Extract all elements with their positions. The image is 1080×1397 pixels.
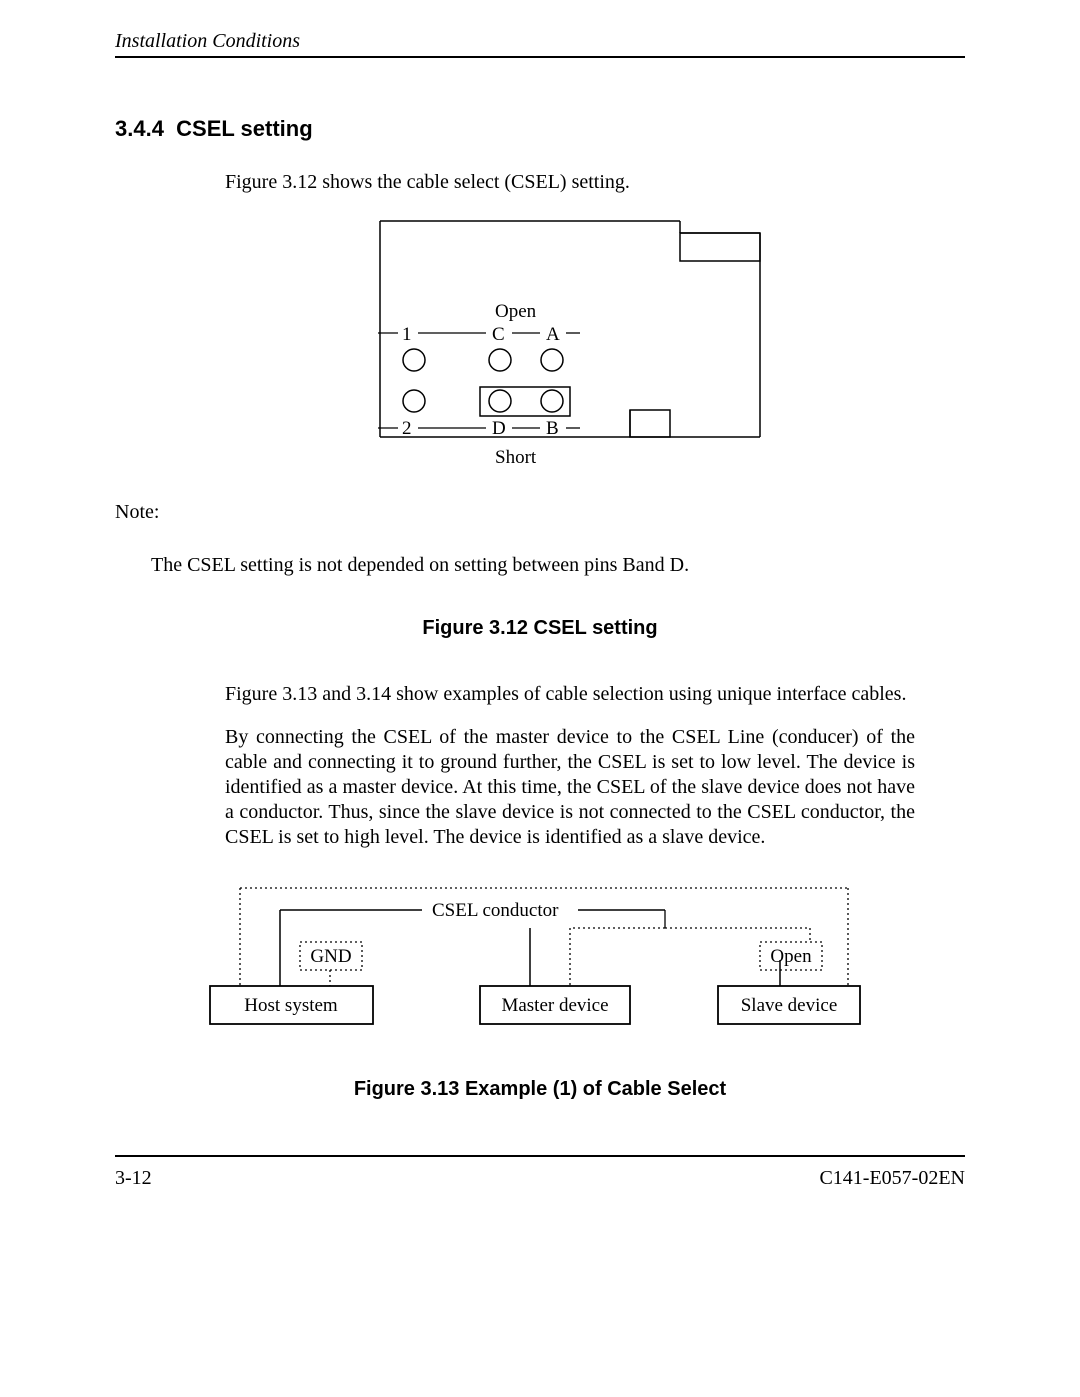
note-label: Note: <box>115 501 965 524</box>
cable-select-example-diagram: CSEL conductor GND Open Host system <box>200 880 880 1030</box>
diagram1-label-d: D <box>492 418 506 439</box>
diagram1-short-label: Short <box>495 447 537 468</box>
note-text: The CSEL setting is not depended on sett… <box>151 554 965 577</box>
footer-page-num: 3-12 <box>115 1167 152 1190</box>
diagram2-csel-conductor: CSEL conductor <box>432 900 559 921</box>
figure-3-13-caption: Figure 3.13 Example (1) of Cable Select <box>115 1078 965 1101</box>
diagram1-label-c: C <box>492 324 505 345</box>
diagram2-master: Master device <box>501 995 608 1016</box>
paragraph-1: Figure 3.13 and 3.14 show examples of ca… <box>225 682 915 707</box>
paragraph-2: By connecting the CSEL of the master dev… <box>225 725 915 850</box>
running-header: Installation Conditions <box>115 30 965 58</box>
diagram2-host: Host system <box>244 995 338 1016</box>
header-left: Installation Conditions <box>115 30 300 53</box>
diagram1-label-2: 2 <box>402 418 412 439</box>
diagram2-open: Open <box>770 946 812 967</box>
figure-3-12-caption: Figure 3.12 CSEL setting <box>115 617 965 640</box>
diagram1-label-a: A <box>546 324 560 345</box>
intro-text: Figure 3.12 shows the cable select (CSEL… <box>225 170 915 195</box>
diagram1-open-label: Open <box>495 301 537 322</box>
diagram1-label-1: 1 <box>402 324 412 345</box>
footer-doc-id: C141-E057-02EN <box>819 1167 965 1190</box>
section-heading: 3.4.4 CSEL setting <box>115 116 965 142</box>
page-footer: 3-12 C141-E057-02EN <box>115 1155 965 1190</box>
diagram2-slave: Slave device <box>741 995 838 1016</box>
csel-setting-diagram: Open 1 C A 2 D B <box>290 213 790 473</box>
diagram1-label-b: B <box>546 418 559 439</box>
diagram2-gnd: GND <box>310 946 351 967</box>
